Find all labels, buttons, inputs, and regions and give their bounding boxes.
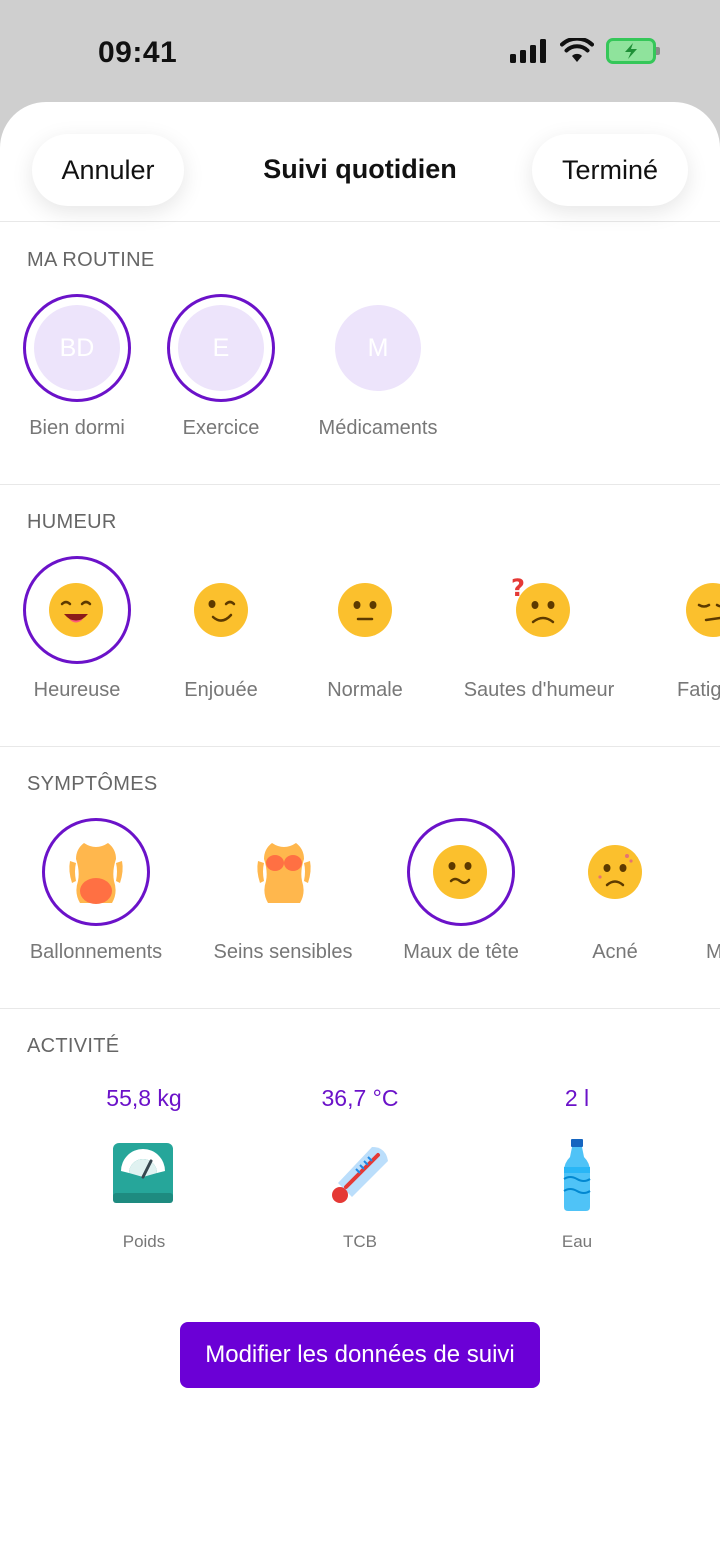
mood-section: HUMEUR Heureuse Enjouée Normale ? Sautes… [0, 485, 720, 747]
battery-charging-icon [606, 38, 660, 64]
headache-face-icon [433, 845, 487, 899]
symptom-label: Ballonnements [29, 941, 163, 963]
cellular-signal-icon [510, 39, 546, 63]
sheet-header: Annuler Suivi quotidien Terminé [0, 102, 720, 222]
symptom-label: Acné [592, 941, 638, 963]
mood-label: Normale [327, 679, 403, 701]
mood-label: Fatig [677, 679, 720, 701]
daily-tracking-sheet: Annuler Suivi quotidien Terminé MA ROUTI… [0, 102, 720, 1564]
symptom-label: M [706, 941, 720, 964]
bloated-belly-icon [69, 843, 123, 904]
mood-label: Heureuse [33, 679, 121, 701]
routine-section: MA ROUTINE BD Bien dormi E Exercice M Mé… [0, 223, 720, 485]
activity-value: 2 l [564, 1085, 590, 1111]
section-title-mood: HUMEUR [27, 511, 117, 533]
section-title-activity: ACTIVITÉ [27, 1035, 120, 1057]
symptoms-section: SYMPTÔMES Ballonnements Seins sensibles [0, 747, 720, 1009]
activity-value: 55,8 kg [106, 1085, 182, 1111]
edit-tracking-data-button[interactable]: Modifier les données de suivi [180, 1322, 540, 1388]
water-bottle-icon [563, 1139, 591, 1211]
mood-label: Enjouée [184, 679, 258, 701]
symptom-label: Seins sensibles [213, 941, 353, 963]
mood-label: Sautes d'humeur [463, 679, 615, 701]
thermometer-icon [332, 1147, 388, 1203]
happy-face-icon [49, 583, 103, 637]
section-title-symptoms: SYMPTÔMES [27, 773, 158, 795]
activity-section: ACTIVITÉ 55,8 kg Poids 36,7 °C TCB 2 l E… [0, 1009, 720, 1309]
status-bar: 09:41 [0, 0, 720, 100]
activity-label: Eau [561, 1232, 593, 1251]
wifi-icon [560, 38, 594, 62]
routine-initial: BD [34, 305, 120, 391]
activity-label: TCB [343, 1232, 377, 1251]
section-title-routine: MA ROUTINE [27, 249, 155, 271]
confused-face-icon: ? [511, 574, 570, 637]
routine-label: Exercice [182, 417, 260, 439]
routine-label: Médicaments [318, 417, 438, 439]
routine-initial: E [178, 305, 264, 391]
symptom-label: Maux de tête [403, 941, 519, 963]
routine-label: Bien dormi [29, 417, 125, 439]
routine-initial: M [335, 305, 421, 391]
svg-text:?: ? [511, 574, 525, 602]
activity-value: 36,7 °C [321, 1085, 399, 1111]
done-button[interactable]: Terminé [532, 134, 688, 206]
breast-icon [257, 843, 311, 903]
status-icons [510, 38, 660, 64]
winking-face-icon [194, 583, 248, 637]
neutral-face-icon [338, 583, 392, 637]
activity-label: Poids [122, 1232, 166, 1251]
scale-icon [113, 1143, 173, 1203]
acne-face-icon [588, 845, 642, 899]
status-time: 09:41 [98, 36, 178, 69]
tired-face-icon [686, 583, 720, 637]
